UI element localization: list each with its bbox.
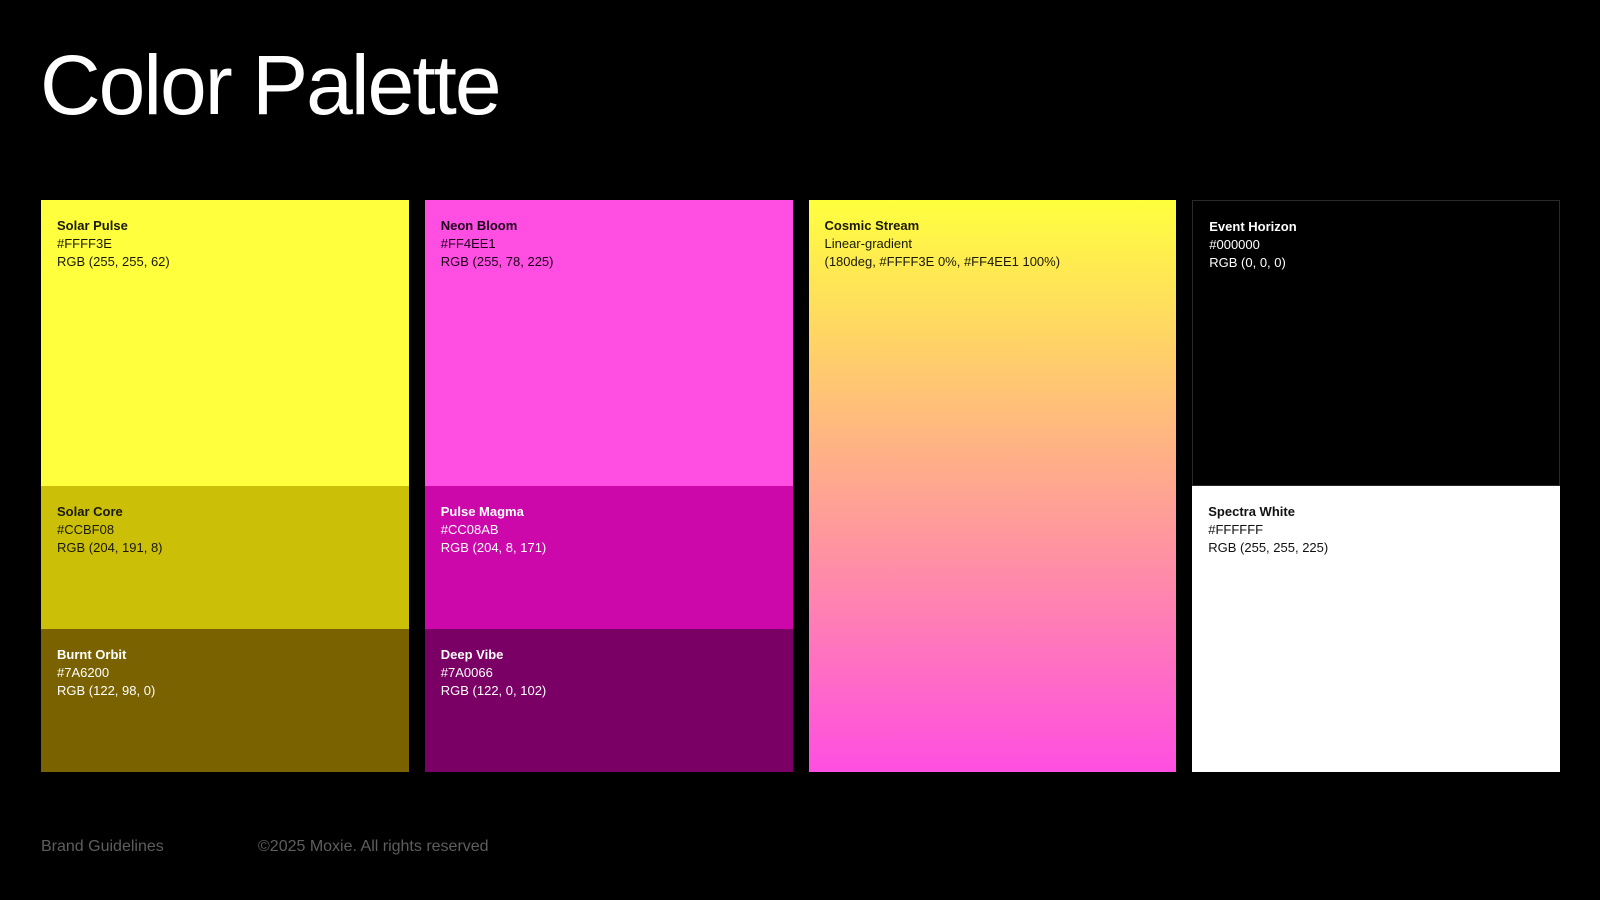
swatch-hex: #CC08AB <box>440 522 499 537</box>
swatch-name: Burnt Orbit <box>57 647 127 662</box>
swatch-name: Spectra White <box>1208 504 1295 519</box>
swatch-hex: #FFFF3E <box>57 236 112 251</box>
footer-copyright: ©2025 Moxie. All rights reserved <box>258 838 489 855</box>
swatch-name: Cosmic Stream <box>824 218 920 233</box>
swatch-rgb: RGB (204, 191, 8) <box>57 540 163 555</box>
swatch-rgb: RGB (122, 98, 0) <box>57 683 156 698</box>
palette-column-neutral: Event Horizon #000000 RGB (0, 0, 0) Spec… <box>1192 200 1560 772</box>
swatch-hex: #CCBF08 <box>57 522 115 537</box>
swatch-name: Event Horizon <box>1209 219 1297 234</box>
swatch-deep-vibe: Deep Vibe #7A0066 RGB (122, 0, 102) <box>424 629 793 772</box>
swatch-burnt-orbit: Burnt Orbit #7A6200 RGB (122, 98, 0) <box>41 629 409 772</box>
swatch-name: Deep Vibe <box>440 647 504 662</box>
swatch-name: Solar Pulse <box>57 218 128 233</box>
swatch-solar-core: Solar Core #CCBF08 RGB (204, 191, 8) <box>41 486 409 629</box>
swatch-neon-bloom: Neon Bloom #FF4EE1 RGB (255, 78, 225) <box>424 200 793 486</box>
swatch-rgb: RGB (255, 255, 62) <box>57 254 170 269</box>
palette-grid: Solar Pulse #FFFF3E RGB (255, 255, 62) S… <box>41 200 1560 772</box>
footer-brand-guidelines: Brand Guidelines <box>41 838 164 855</box>
swatch-rgb: RGB (255, 255, 225) <box>1208 540 1329 555</box>
palette-column-gradient: Cosmic Stream Linear-gradient (180deg, #… <box>808 200 1177 772</box>
swatch-gradient-type: Linear-gradient <box>824 236 912 251</box>
swatch-event-horizon: Event Horizon #000000 RGB (0, 0, 0) <box>1192 200 1560 486</box>
swatch-hex: #7A0066 <box>440 665 493 680</box>
swatch-rgb: RGB (204, 8, 171) <box>440 540 547 555</box>
swatch-hex: #FFFFFF <box>1208 522 1264 537</box>
swatch-name: Pulse Magma <box>440 504 524 519</box>
swatch-hex: #000000 <box>1209 237 1260 252</box>
palette-column-magenta: Neon Bloom #FF4EE1 RGB (255, 78, 225) Pu… <box>424 200 793 772</box>
swatch-hex: #7A6200 <box>57 665 110 680</box>
swatch-rgb: RGB (255, 78, 225) <box>440 254 554 269</box>
swatch-rgb: RGB (122, 0, 102) <box>440 683 547 698</box>
swatch-cosmic-stream: Cosmic Stream Linear-gradient (180deg, #… <box>808 200 1177 772</box>
page-title: Color Palette <box>40 38 502 132</box>
swatch-solar-pulse: Solar Pulse #FFFF3E RGB (255, 255, 62) <box>41 200 409 486</box>
swatch-hex: #FF4EE1 <box>440 236 496 251</box>
swatch-name: Neon Bloom <box>440 218 518 233</box>
swatch-name: Solar Core <box>57 504 123 519</box>
swatch-spectra-white: Spectra White #FFFFFF RGB (255, 255, 225… <box>1192 486 1560 772</box>
swatch-pulse-magma: Pulse Magma #CC08AB RGB (204, 8, 171) <box>424 486 793 629</box>
swatch-rgb: RGB (0, 0, 0) <box>1209 255 1286 270</box>
palette-column-yellow: Solar Pulse #FFFF3E RGB (255, 255, 62) S… <box>41 200 409 772</box>
swatch-gradient-value: (180deg, #FFFF3E 0%, #FF4EE1 100%) <box>824 254 1061 269</box>
